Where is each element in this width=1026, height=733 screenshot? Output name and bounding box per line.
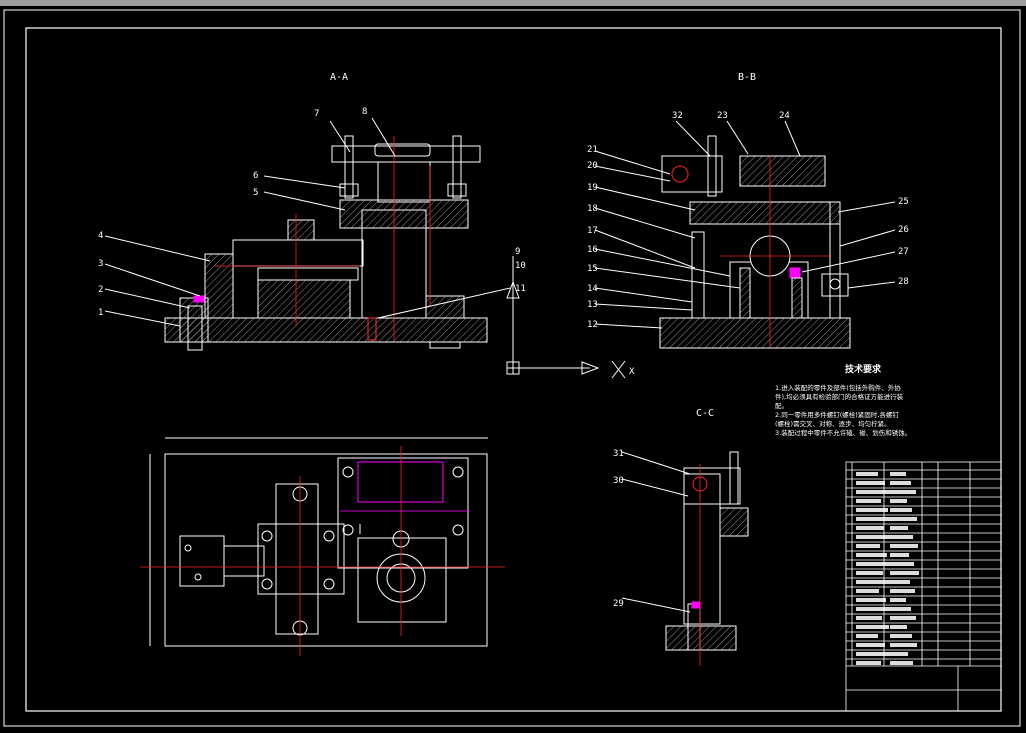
technical-requirements: 技术要求 1.进入装配的零件及部件(包括外购件、外协 件),均必须具有检验部门的… — [775, 363, 911, 437]
table-cell-text — [890, 544, 918, 548]
part-label: 13 — [587, 300, 598, 310]
table-cell-text — [856, 544, 880, 548]
part-label: 9 — [515, 247, 520, 257]
part-label: 1 — [98, 308, 103, 318]
table-cell-text — [890, 661, 913, 665]
table-cell-text — [890, 535, 913, 539]
table-cell-text — [890, 499, 907, 503]
table-cell-text — [890, 643, 917, 647]
table-cell-text — [890, 481, 911, 485]
view-a-a-title: A-A — [330, 72, 348, 83]
part-label: 16 — [587, 245, 598, 255]
view-b-b: B-B — [594, 72, 896, 349]
tech-line: 3.装配过程中零件不允许磕、碰、划伤和锈蚀。 — [775, 428, 911, 437]
part-label: 12 — [587, 320, 598, 330]
table-cell-text — [890, 553, 909, 557]
table-cell-text — [890, 589, 915, 593]
table-cell-text — [890, 562, 914, 566]
table-cell-text — [890, 517, 917, 521]
plan-view — [140, 437, 505, 656]
table-cell-text — [856, 499, 881, 503]
view-a-a: A-A X — [104, 72, 635, 379]
view-b-b-title: B-B — [738, 72, 756, 83]
part-label: 26 — [898, 225, 909, 235]
table-cell-text — [856, 580, 890, 584]
part-label: 30 — [613, 476, 624, 486]
table-cell-text — [890, 526, 908, 530]
table-cell-text — [890, 607, 911, 611]
view-c-c-title: C-C — [696, 408, 714, 419]
tech-title: 技术要求 — [845, 363, 882, 375]
parts-list-table — [845, 461, 1002, 712]
axis-x-label: X — [629, 367, 635, 377]
view-c-c: C-C — [621, 408, 749, 666]
part-label: 2 — [98, 285, 103, 295]
table-cell-text — [890, 598, 906, 602]
tech-line: 1.进入装配的零件及部件(包括外购件、外协 — [775, 383, 901, 392]
part-label: 21 — [587, 145, 598, 155]
tech-line: 2.同一零件用多件螺钉(螺栓)紧固时,各螺钉 — [775, 410, 899, 419]
part-label: 11 — [515, 284, 526, 294]
table-cell-text — [856, 562, 894, 566]
table-cell-text — [856, 607, 893, 611]
table-cell-text — [856, 634, 878, 638]
table-cell-text — [856, 571, 883, 575]
table-cell-text — [856, 661, 881, 665]
table-cell-text — [890, 580, 910, 584]
part-label: 32 — [672, 111, 683, 121]
table-cell-text — [890, 508, 912, 512]
table-cell-text — [890, 634, 912, 638]
part-label: 8 — [362, 107, 367, 117]
tech-line: 件),均必须具有检验部门的合格证方能进行装 — [775, 392, 904, 401]
drawing-canvas[interactable]: A-A X B-B C-C 技术要求 1.进入装配的零件及部件(包括外购件、外协… — [0, 6, 1026, 733]
table-cell-text — [890, 625, 907, 629]
table-cell-text — [856, 526, 884, 530]
table-cell-text — [856, 508, 888, 512]
tech-line: 配。 — [775, 402, 788, 410]
part-label: 14 — [587, 284, 598, 294]
table-cell-text — [856, 535, 891, 539]
table-cell-text — [890, 571, 919, 575]
tech-line: (螺栓)需交叉、对称、逐步、均匀拧紧。 — [775, 419, 891, 428]
part-label: 15 — [587, 264, 598, 274]
table-cell-text — [856, 481, 885, 485]
table-cell-text — [856, 643, 885, 647]
table-cell-text — [856, 517, 895, 521]
table-cell-text — [856, 490, 892, 494]
part-label: 4 — [98, 231, 103, 241]
table-cell-text — [890, 616, 916, 620]
table-cell-text — [856, 598, 886, 602]
part-label: 23 — [717, 111, 728, 121]
table-cell-text — [856, 652, 892, 656]
part-label: 31 — [613, 449, 624, 459]
part-label: 27 — [898, 247, 909, 257]
part-label: 28 — [898, 277, 909, 287]
table-cell-text — [856, 472, 878, 476]
part-label: 25 — [898, 197, 909, 207]
part-label: 19 — [587, 183, 598, 193]
part-label: 3 — [98, 259, 103, 269]
table-cell-text — [890, 490, 916, 494]
part-label: 29 — [613, 599, 624, 609]
part-label: 5 — [253, 188, 258, 198]
part-label: 20 — [587, 161, 598, 171]
table-cell-text — [890, 472, 906, 476]
part-label: 18 — [587, 204, 598, 214]
table-cell-text — [856, 616, 882, 620]
table-cell-text — [856, 553, 887, 557]
part-label: 10 — [515, 261, 526, 271]
table-cell-text — [890, 652, 908, 656]
part-label: 24 — [779, 111, 790, 121]
part-label: 17 — [587, 226, 598, 236]
part-label: 6 — [253, 171, 258, 181]
table-cell-text — [856, 589, 879, 593]
part-label: 7 — [314, 109, 319, 119]
